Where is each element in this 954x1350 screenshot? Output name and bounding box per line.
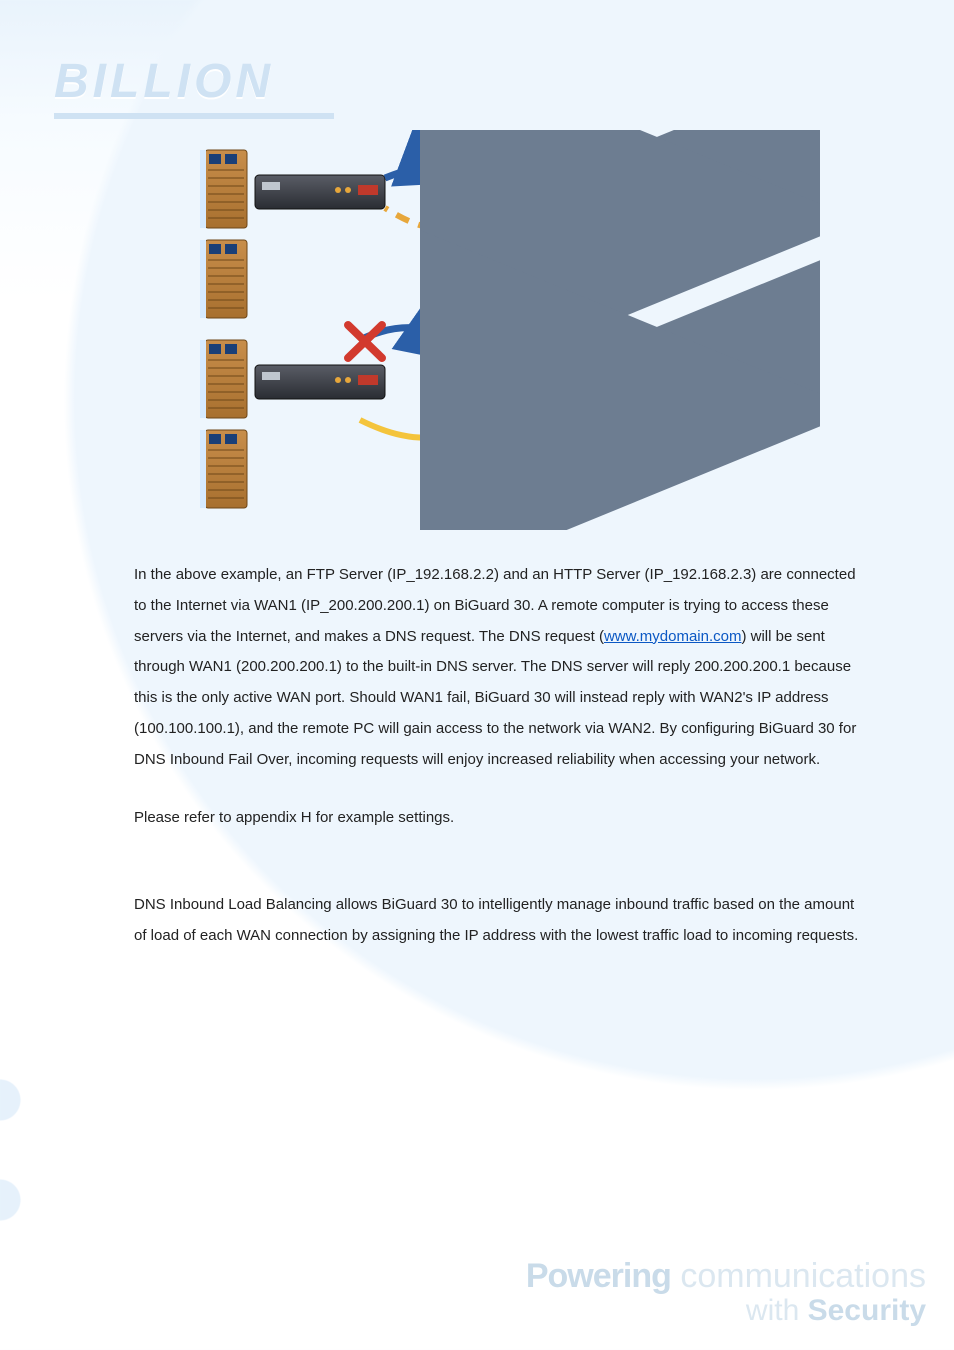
cloud-label: Internet [530,182,612,207]
diagram-svg: Internet Internet [100,130,820,530]
footer-line-1: Powering communications [526,1259,926,1295]
domain-link[interactable]: www.mydomain.com [604,628,742,645]
paragraph-1: In the above example, an FTP Server (IP_… [134,560,859,775]
body-text: In the above example, an FTP Server (IP_… [134,560,859,980]
paragraph-2: Please refer to appendix H for example s… [134,803,859,834]
server-icon [200,150,247,508]
network-diagram: Internet Internet [100,130,820,530]
footer-pre-2: with [746,1294,808,1327]
footer-strong-1: Powering [526,1257,671,1295]
internet-cloud-icon: Internet Internet [490,155,650,430]
footer-line-2: with Security [526,1295,926,1327]
cloud-label: Internet [530,372,612,397]
paragraph-1-post: ) will be sent through WAN1 (200.200.200… [134,628,856,768]
brand-logo: BILLION [54,54,334,119]
paragraph-3: DNS Inbound Load Balancing allows BiGuar… [134,890,859,952]
brand-logo-text: BILLION [54,54,334,109]
footer-strong-2: Security [808,1294,926,1327]
brand-logo-underline [54,113,334,119]
fail-x-icon [348,325,382,358]
footer-tagline: Powering communications with Security [526,1259,926,1326]
footer-rest-1: communications [671,1257,926,1295]
router-icon [255,175,385,399]
